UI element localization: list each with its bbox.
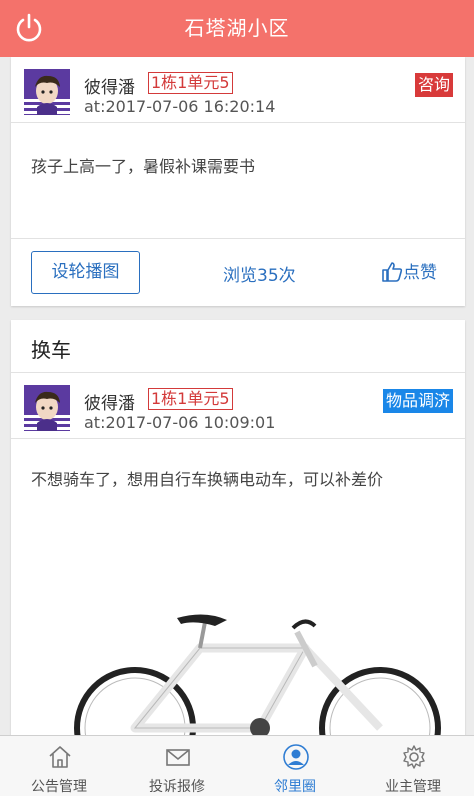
tab-label: 邻里圈 [274, 779, 316, 795]
bottom-tab-bar: 公告管理 投诉报修 邻里圈 业主管理 [0, 735, 474, 796]
app-header: 石塔湖小区 [0, 0, 474, 57]
gear-icon [403, 745, 425, 769]
category-tag: 物品调济 [382, 389, 453, 413]
like-label: 点赞 [403, 263, 437, 283]
mail-icon [166, 749, 190, 766]
post-content: 不想骑车了，想用自行车换辆电动车，可以补差价 [31, 470, 384, 489]
unit-badge: 1栋1单元5 [148, 72, 233, 94]
post-time: at:2017-07-06 10:09:01 [84, 413, 276, 432]
tab-label: 公告管理 [31, 779, 87, 795]
post-card[interactable]: 彼得潘 1栋1单元5 at:2017-07-06 16:20:14 咨询 孩子上… [11, 57, 465, 306]
home-icon [49, 746, 71, 768]
tab-complaints[interactable]: 投诉报修 [118, 736, 236, 796]
post-header: 彼得潘 1栋1单元5 at:2017-07-06 16:20:14 咨询 [11, 57, 465, 123]
avatar[interactable] [24, 69, 70, 115]
unit-badge: 1栋1单元5 [148, 388, 233, 410]
post-title: 换车 [31, 338, 71, 362]
author-name[interactable]: 彼得潘 [84, 389, 135, 414]
author-name[interactable]: 彼得潘 [84, 73, 135, 98]
user-icon [283, 744, 309, 770]
tab-label: 业主管理 [385, 779, 441, 795]
thumbs-up-icon [382, 262, 403, 282]
tab-neighborhood[interactable]: 邻里圈 [236, 736, 354, 796]
post-header: 彼得潘 1栋1单元5 at:2017-07-06 10:09:01 物品调济 [11, 373, 465, 439]
category-tag: 咨询 [414, 73, 453, 97]
post-card[interactable]: 换车 彼得潘 1栋1单元5 at:2017-07-06 10:09:01 物品调… [11, 320, 465, 750]
page-title: 石塔湖小区 [184, 16, 290, 40]
bicycle-image[interactable] [65, 608, 465, 750]
post-actions: 设轮播图 浏览35次 点赞 [11, 238, 465, 306]
view-count: 浏览35次 [223, 266, 296, 286]
post-time: at:2017-07-06 16:20:14 [84, 97, 276, 116]
post-content: 孩子上高一了，暑假补课需要书 [31, 157, 256, 176]
set-carousel-button[interactable]: 设轮播图 [31, 251, 140, 294]
tab-label: 投诉报修 [149, 779, 205, 795]
tab-owners[interactable]: 业主管理 [354, 736, 472, 796]
avatar[interactable] [24, 385, 70, 431]
tab-announcements[interactable]: 公告管理 [0, 736, 118, 796]
like-button[interactable]: 点赞 [381, 258, 437, 286]
